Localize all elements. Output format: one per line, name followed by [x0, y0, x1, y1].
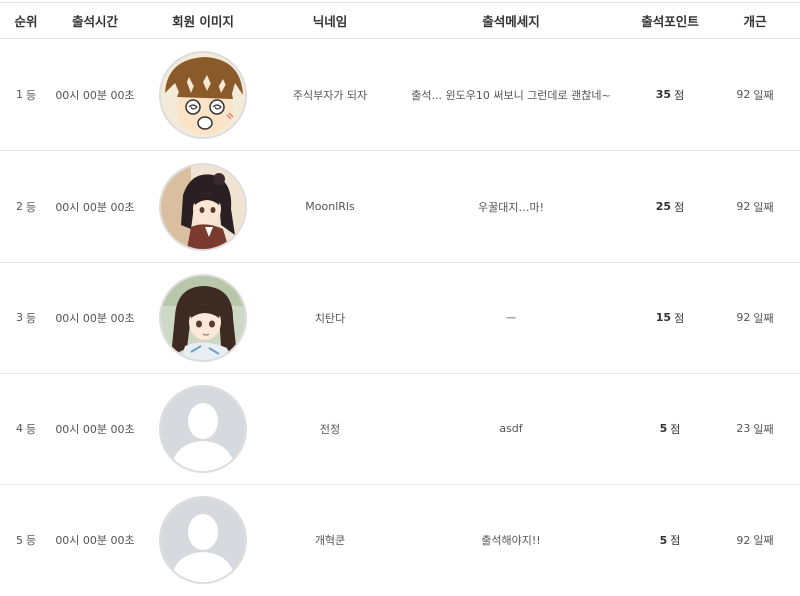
rank-cell: 2등 — [0, 151, 52, 262]
message-cell: asdf — [499, 422, 523, 435]
points-cell: 15 점 — [630, 262, 710, 373]
message-cell: 우꿀대지…마! — [477, 200, 544, 214]
avatar[interactable] — [159, 162, 247, 251]
rank-value: 1 — [15, 88, 23, 101]
table-row: 1등 00시 00분 00초 주식부자가 되자 출석... 윈도우10 써보니 … — [0, 39, 800, 151]
avatar[interactable] — [159, 496, 247, 584]
nickname-cell[interactable]: MoonlRls — [268, 151, 392, 262]
days-cell: 92 일째 — [710, 39, 800, 150]
points-value: 5 — [659, 533, 668, 547]
header-rank: 순위 — [14, 14, 38, 29]
table-row: 2등 00시 00분 00초 MoonlRls 우꿀대지…마! 25 점 92 일째 — [0, 151, 800, 263]
header-points: 출석포인트 — [641, 14, 699, 29]
avatar[interactable] — [159, 273, 247, 362]
days-unit: 일째 — [753, 311, 774, 325]
rank-value: 5 — [15, 533, 23, 547]
table-row: 5등 00시 00분 00초 개혁쿤 출석해야지!! 5점 92 일째 — [0, 484, 800, 596]
nickname-cell[interactable]: 주식부자가 되자 — [268, 39, 392, 150]
nickname-cell[interactable]: 전정 — [268, 373, 392, 484]
rank-value: 4 — [15, 422, 23, 435]
image-cell — [138, 151, 268, 262]
days-unit: 일째 — [753, 200, 774, 214]
anime-boy-avatar-image — [161, 52, 245, 137]
points-unit: 점 — [674, 311, 685, 325]
avatar[interactable] — [159, 50, 247, 139]
days-unit: 일째 — [753, 422, 774, 436]
days-cell: 92 일째 — [710, 151, 800, 262]
time-cell: 00시 00분 00초 — [55, 88, 135, 102]
points-unit: 점 — [670, 534, 681, 547]
nickname-cell[interactable]: 치탄다 — [268, 262, 392, 373]
header-days: 개근 — [743, 14, 767, 29]
days-cell: 92 일째 — [710, 484, 800, 596]
rank-unit: 등 — [25, 88, 37, 102]
header-message: 출석메세지 — [482, 14, 540, 29]
table-row: 4등 00시 00분 00초 전정 asdf 5점 23 일째 — [0, 373, 800, 485]
points-value: 35 — [655, 88, 672, 101]
attendance-table: 순위 출석시간 회원 이미지 닉네임 출석메세지 출석포인트 개근 1등 00시… — [0, 0, 800, 589]
table-header: 순위 출석시간 회원 이미지 닉네임 출석메세지 출석포인트 개근 — [0, 3, 800, 39]
table-row: 3등 00시 00분 00초 치탄다 ㅡ 15 점 92 일째 — [0, 262, 800, 374]
points-cell: 5점 — [630, 484, 710, 596]
rank-unit: 등 — [25, 311, 37, 325]
points-cell: 5점 — [630, 373, 710, 484]
points-unit: 점 — [670, 422, 681, 436]
image-cell — [138, 39, 268, 150]
points-value: 5 — [659, 422, 668, 435]
nickname-cell[interactable]: 개혁쿤 — [268, 484, 392, 596]
rank-unit: 등 — [25, 200, 37, 214]
points-unit: 점 — [674, 88, 685, 102]
header-image: 회원 이미지 — [172, 14, 234, 29]
rank-cell: 5등 — [0, 484, 52, 596]
header-time: 출석시간 — [71, 14, 118, 29]
rank-cell: 3등 — [0, 262, 52, 373]
days-cell: 23 일째 — [710, 373, 800, 484]
time-cell: 00시 00분 00초 — [55, 422, 135, 436]
rank-cell: 4등 — [0, 373, 52, 484]
rank-cell: 1등 — [0, 39, 52, 150]
points-value: 25 — [655, 200, 672, 213]
days-unit: 일째 — [753, 88, 774, 102]
avatar[interactable] — [159, 384, 247, 473]
time-cell: 00시 00분 00초 — [55, 200, 135, 214]
image-cell — [138, 484, 268, 596]
time-cell: 00시 00분 00초 — [55, 311, 135, 325]
rank-value: 2 — [15, 200, 23, 213]
default-user-avatar-image — [161, 498, 245, 582]
points-unit: 점 — [674, 200, 685, 214]
rank-unit: 등 — [25, 422, 37, 436]
days-cell: 92 일째 — [710, 262, 800, 373]
points-cell: 35 점 — [630, 39, 710, 150]
message-cell: ㅡ — [505, 311, 517, 325]
image-cell — [138, 262, 268, 373]
days-value: 92 — [736, 533, 751, 547]
image-cell — [138, 373, 268, 484]
points-value: 15 — [655, 311, 672, 324]
points-cell: 25 점 — [630, 151, 710, 262]
time-cell: 00시 00분 00초 — [55, 534, 135, 547]
days-value: 23 — [736, 422, 751, 435]
anime-girl-brown-hair-avatar-image — [161, 275, 245, 360]
message-cell: 출석... 윈도우10 써보니 그런데로 괜찮네~ — [411, 88, 611, 102]
days-value: 92 — [736, 311, 751, 324]
header-nickname: 닉네임 — [312, 14, 348, 29]
days-value: 92 — [736, 88, 751, 101]
message-cell: 출석해야지!! — [481, 534, 541, 547]
days-unit: 일째 — [753, 534, 774, 547]
rank-value: 3 — [15, 311, 23, 324]
days-value: 92 — [736, 200, 751, 213]
rank-unit: 등 — [25, 534, 37, 547]
default-user-avatar-image — [161, 386, 245, 471]
anime-girl-dark-hair-avatar-image — [161, 164, 245, 249]
